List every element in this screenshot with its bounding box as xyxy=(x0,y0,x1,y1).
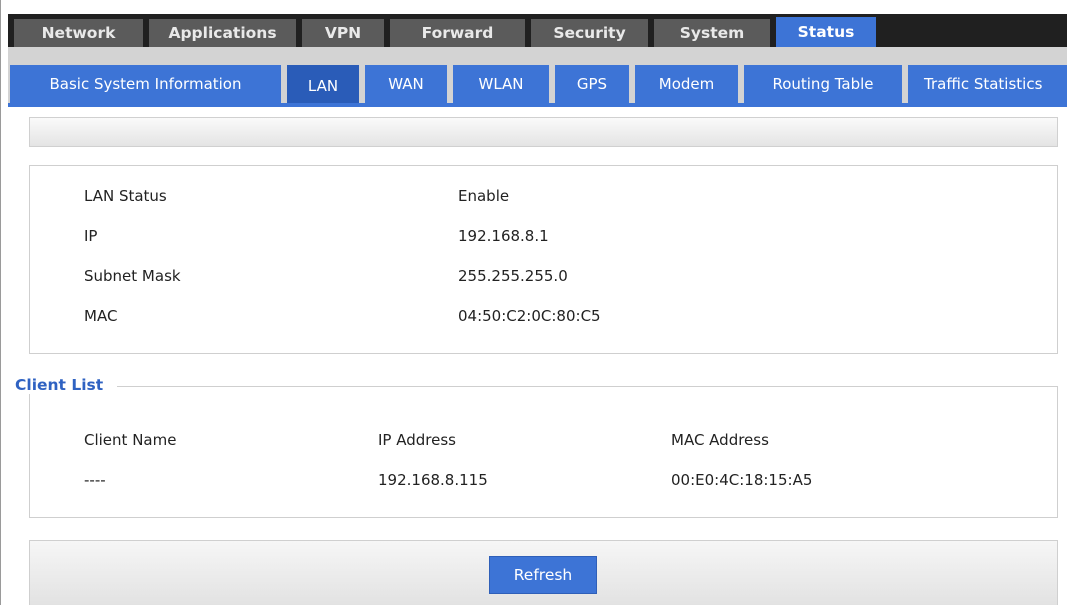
header-band xyxy=(29,117,1058,147)
ip-label: IP xyxy=(84,227,98,245)
tab-vpn[interactable]: VPN xyxy=(302,19,384,47)
subnet-mask-label: Subnet Mask xyxy=(84,267,181,285)
subtab-modem[interactable]: Modem xyxy=(635,65,738,103)
client-mac-cell: 00:E0:4C:18:15:A5 xyxy=(671,471,813,489)
tab-system[interactable]: System xyxy=(654,19,770,47)
column-ip-address: IP Address xyxy=(378,431,456,449)
refresh-button[interactable]: Refresh xyxy=(489,556,597,594)
lan-status-label: LAN Status xyxy=(84,187,167,205)
mac-label: MAC xyxy=(84,307,118,325)
sub-navigation-underline xyxy=(8,103,1067,107)
subtab-gps[interactable]: GPS xyxy=(555,65,629,103)
lan-status-value: Enable xyxy=(458,187,510,205)
ip-value: 192.168.8.1 xyxy=(458,227,549,245)
tab-applications[interactable]: Applications xyxy=(149,19,296,47)
tab-forward[interactable]: Forward xyxy=(390,19,525,47)
column-mac-address: MAC Address xyxy=(671,431,769,449)
lan-info-panel: LAN Status Enable IP 192.168.8.1 Subnet … xyxy=(29,165,1058,354)
tab-network[interactable]: Network xyxy=(14,19,143,47)
tab-status[interactable]: Status xyxy=(776,17,876,47)
subtab-wan[interactable]: WAN xyxy=(365,65,447,103)
subtab-wlan[interactable]: WLAN xyxy=(453,65,549,103)
client-name-cell: ---- xyxy=(84,471,106,489)
client-list-panel: Client Name IP Address MAC Address ---- … xyxy=(29,386,1058,518)
sub-navigation: Basic System Information LAN WAN WLAN GP… xyxy=(8,47,1067,107)
subtab-traffic-statistics[interactable]: Traffic Statistics xyxy=(908,65,1067,103)
mac-value: 04:50:C2:0C:80:C5 xyxy=(458,307,601,325)
tab-security[interactable]: Security xyxy=(531,19,648,47)
column-client-name: Client Name xyxy=(84,431,177,449)
subtab-lan[interactable]: LAN xyxy=(287,65,359,107)
top-navigation: Network Applications VPN Forward Securit… xyxy=(8,14,1067,47)
left-border xyxy=(0,0,1,605)
client-ip-cell: 192.168.8.115 xyxy=(378,471,488,489)
subnet-mask-value: 255.255.255.0 xyxy=(458,267,568,285)
subtab-basic-system-information[interactable]: Basic System Information xyxy=(10,65,281,103)
subtab-routing-table[interactable]: Routing Table xyxy=(744,65,902,103)
client-list-title: Client List xyxy=(15,376,118,394)
